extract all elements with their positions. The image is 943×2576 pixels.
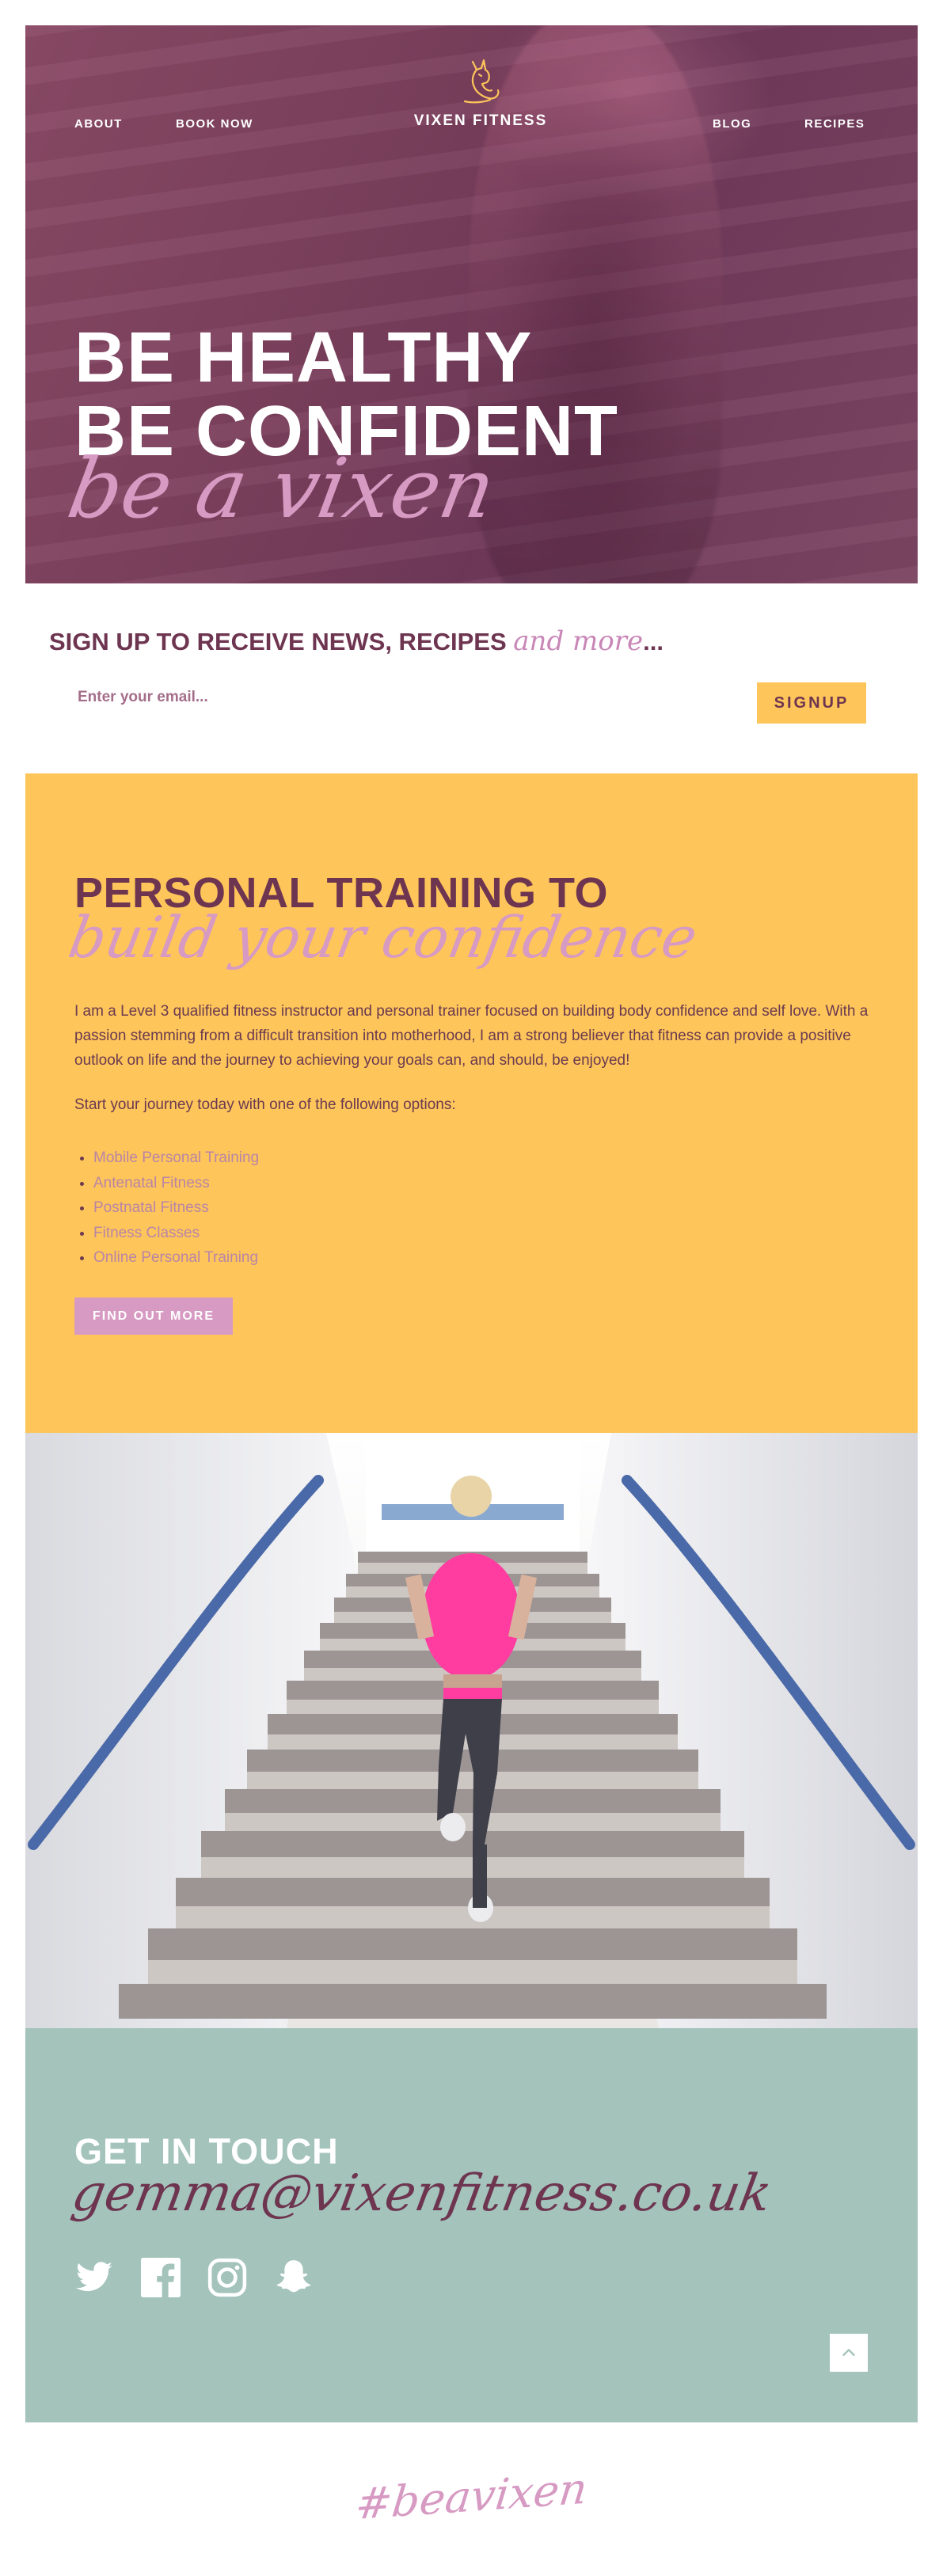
hero-script-tagline: be a vixen [61, 440, 503, 537]
hero-heading-line1: BE HEALTHY [74, 318, 533, 397]
instagram-icon[interactable] [207, 2258, 247, 2297]
nav-about-link[interactable]: ABOUT [74, 117, 123, 131]
logo-text: VIXEN FITNESS [413, 112, 548, 129]
option-link[interactable]: Mobile Personal Training [93, 1149, 259, 1166]
option-link[interactable]: Postnatal Fitness [93, 1199, 209, 1216]
hero-banner: ABOUT BOOK NOW BLOG RECIPES VIXEN FITNES… [25, 25, 918, 583]
option-link[interactable]: Fitness Classes [93, 1225, 200, 1241]
footer-hashtag: #beavixen [0, 2464, 943, 2529]
snapchat-icon[interactable] [274, 2258, 314, 2297]
twitter-icon[interactable] [74, 2258, 114, 2297]
training-description: I am a Level 3 qualified fitness instruc… [74, 1003, 869, 1069]
list-item[interactable]: Online Personal Training [93, 1245, 259, 1271]
list-item[interactable]: Mobile Personal Training [93, 1146, 259, 1171]
signup-heading: SIGN UP TO RECEIVE NEWS, RECIPES and mor… [49, 625, 664, 657]
email-field[interactable] [76, 682, 633, 712]
training-options-list: Mobile Personal Training Antenatal Fitne… [74, 1146, 259, 1271]
option-link[interactable]: Antenatal Fitness [93, 1175, 210, 1191]
nav-blog-link[interactable]: BLOG [713, 117, 751, 131]
signup-heading-suffix: ... [643, 628, 664, 655]
training-script-title: build your confidence [63, 904, 702, 971]
signup-button[interactable]: SIGNUP [757, 682, 866, 724]
chevron-up-icon [842, 2349, 855, 2356]
contact-email-link[interactable]: gemma@vixenfitness.co.uk [67, 2164, 775, 2223]
option-link[interactable]: Online Personal Training [93, 1249, 258, 1266]
nav-book-now-link[interactable]: BOOK NOW [176, 117, 253, 131]
stairs-running-photo [25, 1433, 918, 2028]
training-intro: Start your journey today with one of the… [74, 1096, 456, 1113]
find-out-more-button[interactable]: FIND OUT MORE [74, 1297, 233, 1335]
list-item[interactable]: Fitness Classes [93, 1221, 259, 1246]
signup-heading-text: SIGN UP TO RECEIVE NEWS, RECIPES [49, 628, 507, 655]
list-item[interactable]: Antenatal Fitness [93, 1171, 259, 1196]
back-to-top-button[interactable] [830, 2334, 868, 2372]
list-item[interactable]: Postnatal Fitness [93, 1195, 259, 1221]
footer-hashtag-text: #beavixen [353, 2463, 590, 2530]
stairs-illustration [25, 1433, 918, 2028]
facebook-icon[interactable] [141, 2258, 181, 2297]
nav-recipes-link[interactable]: RECIPES [804, 117, 865, 131]
site-logo[interactable]: VIXEN FITNESS [405, 57, 556, 130]
fox-icon [463, 59, 500, 104]
signup-heading-script: and more [513, 625, 644, 657]
contact-section: GET IN TOUCH gemma@vixenfitness.co.uk [25, 2028, 918, 2422]
personal-training-section: PERSONAL TRAINING TO build your confiden… [25, 773, 918, 1433]
